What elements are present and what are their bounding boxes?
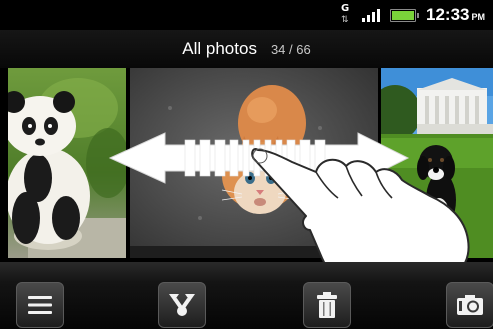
dog-white-house-photo[interactable] [381,68,493,258]
battery-icon [390,8,420,22]
bottom-toolbar [0,262,493,329]
data-arrows-icon: ⇅ [341,14,349,24]
kitten-photo[interactable] [130,68,378,258]
panda-photo[interactable] [8,68,126,258]
phone-screen: G ⇅ 12:33 PM All photos 34 / 66 [0,0,493,329]
share-button[interactable] [158,282,206,328]
camera-button[interactable] [446,282,493,328]
clock-time: 12:33 [426,5,470,24]
menu-icon [28,296,52,314]
photo-filmstrip[interactable] [0,68,493,258]
data-transfer-icon: G ⇅ [340,4,352,26]
signal-strength-icon [362,8,381,22]
delete-button[interactable] [303,282,351,328]
photo-counter: 34 / 66 [270,41,311,57]
status-icons: G ⇅ 12:33 PM [340,0,485,30]
share-icon [169,294,195,316]
menu-button[interactable] [16,282,64,328]
album-title: All photos [182,39,257,58]
network-type-label: G [341,3,350,14]
status-clock: 12:33 PM [426,5,485,25]
camera-icon [457,295,483,315]
clock-ampm: PM [471,12,486,22]
album-title-bar: All photos 34 / 66 [0,30,493,68]
status-bar: G ⇅ 12:33 PM [0,0,493,30]
trash-icon [317,292,337,318]
